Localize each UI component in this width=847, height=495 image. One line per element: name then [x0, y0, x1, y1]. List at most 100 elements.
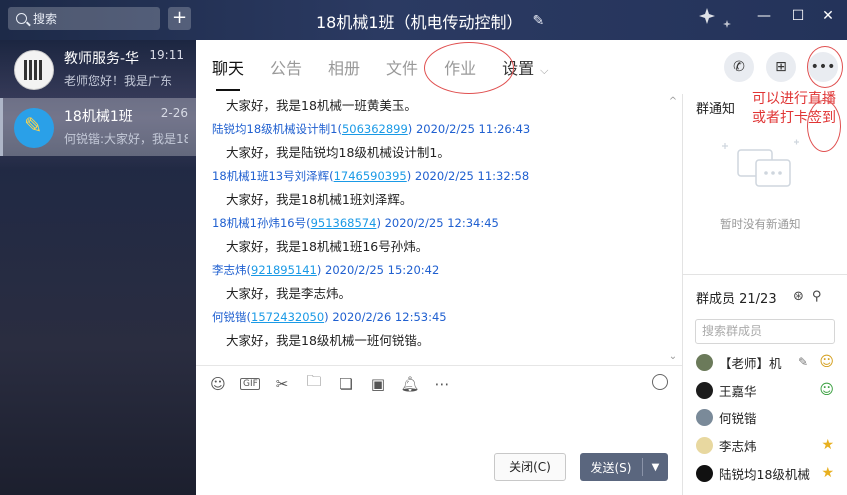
scroll-up-icon[interactable]: ^: [668, 96, 678, 107]
member-name: 何锐锴: [719, 410, 757, 426]
close-button[interactable]: 关闭(C): [494, 453, 566, 481]
message-time: ) 2020/2/26 12:53:45: [324, 310, 447, 324]
message-meta: 18机械1班13号刘泽辉(1746590395) 2020/2/25 11:32…: [196, 165, 682, 188]
edit-icon[interactable]: ✎: [798, 355, 808, 369]
notice-title: 群通知: [696, 102, 736, 117]
search-icon: [16, 13, 27, 24]
chat-panel: 聊天 公告 相册 文件 作业 设置 ⌵ ✆ ⊞ ••• 大家好，我是18机械一班黄…: [196, 40, 847, 495]
folder-icon[interactable]: 🗀: [304, 371, 324, 396]
add-member-icon[interactable]: ⊛: [793, 289, 804, 304]
member-name: 王嘉华: [719, 383, 757, 399]
empty-notice-illustration: [722, 139, 799, 187]
member-search-input[interactable]: 搜索群成员: [695, 319, 835, 344]
window-title: 18机械1班（机电传动控制） ✎: [316, 9, 544, 33]
member-actions: ⊛ ⚲: [793, 289, 821, 304]
avatar: [696, 353, 713, 371]
avatar: [696, 464, 713, 482]
tab-album[interactable]: 相册: [328, 55, 360, 79]
more-options-icon[interactable]: ⋯: [432, 375, 452, 393]
phone-icon[interactable]: ✆: [724, 52, 754, 82]
members-title: 群成员 21/23: [696, 292, 777, 307]
admin-star-icon: ★: [821, 465, 834, 481]
image-icon[interactable]: ▣: [368, 375, 388, 393]
message-meta: 18机械1孙炜16号(951368574) 2020/2/25 12:34:45: [196, 212, 682, 235]
member-name: 陆锐均18级机械: [719, 466, 810, 482]
message-body: 大家好，我是18机械1班16号孙炜。: [226, 239, 429, 254]
message-body: 大家好，我是李志炜。: [226, 286, 352, 301]
divider: [683, 274, 847, 275]
avatar: [696, 436, 713, 454]
send-label: 发送(S): [590, 460, 632, 475]
notice-empty-text: 暂时没有新通知: [720, 217, 801, 231]
member-item[interactable]: 何锐锴: [696, 406, 844, 428]
sender-name: 陆锐均18级机械设计制1(: [212, 122, 342, 136]
member-item[interactable]: 王嘉华 ☺: [696, 379, 844, 401]
conversation-time: 19:11: [149, 48, 184, 62]
live-plus-icon[interactable]: ⊞: [766, 52, 796, 82]
emoji-icon[interactable]: ☺: [208, 375, 228, 393]
close-icon[interactable]: ✕: [818, 8, 838, 24]
minimize-icon[interactable]: —: [754, 8, 774, 24]
annotation-circle: [807, 46, 843, 88]
tab-files[interactable]: 文件: [386, 55, 418, 79]
gif-icon[interactable]: GIF: [240, 377, 260, 390]
add-button[interactable]: +: [168, 7, 191, 30]
sticker-icon[interactable]: ❏: [336, 375, 356, 393]
sender-qq-link[interactable]: 951368574: [311, 216, 377, 230]
sender-name: 18机械1孙炜16号(: [212, 216, 311, 230]
search-icon[interactable]: ⚲: [812, 289, 822, 304]
message-list: 大家好，我是18机械一班黄美玉。 陆锐均18级机械设计制1(506362899)…: [196, 94, 682, 364]
conversation-item-selected[interactable]: 18机械1班 2-26 何锐锴:大家好，我是18: [0, 98, 196, 156]
conversation-name: 教师服务-华: [64, 51, 140, 67]
conversation-item[interactable]: 教师服务-华 19:11 老师您好！我是广东: [0, 40, 196, 98]
decoration-stars: [699, 8, 731, 28]
annotation-circle: [424, 42, 514, 94]
pencil-icon: [14, 108, 54, 148]
message-meta: 李志炜(921895141) 2020/2/25 15:20:42: [196, 259, 682, 282]
message-time: ) 2020/2/25 11:26:43: [407, 122, 531, 136]
member-item[interactable]: 【老师】机 ✎ ☺: [696, 351, 844, 373]
message-time: ) 2020/2/25 11:32:58: [406, 169, 530, 183]
chevron-down-icon: ⌵: [540, 64, 549, 77]
message-body: 大家好，我是陆锐均18级机械设计制1。: [226, 145, 450, 160]
scissors-icon[interactable]: ✂: [272, 375, 292, 393]
edit-icon[interactable]: ✎: [533, 13, 545, 29]
sender-qq-link[interactable]: 921895141: [251, 263, 317, 277]
admin-star-icon: ★: [821, 437, 834, 453]
sender-name: 李志炜(: [212, 263, 251, 277]
maximize-icon[interactable]: ☐: [788, 8, 808, 24]
avatar: [696, 381, 713, 399]
conversation-preview: 老师您好！我是广东: [64, 74, 173, 88]
message-body: 大家好，我是18级机械一班何锐锴。: [226, 333, 430, 348]
message-meta: 何锐锴(1572432050) 2020/2/26 12:53:45: [196, 306, 682, 329]
avatar: [696, 408, 713, 426]
page-title: 18机械1班（机电传动控制）: [316, 13, 523, 32]
chevron-down-icon[interactable]: ▼: [643, 462, 668, 473]
sender-qq-link[interactable]: 1746590395: [334, 169, 407, 183]
conversation-name: 18机械1班: [64, 109, 133, 125]
search-placeholder: 搜索: [33, 12, 58, 26]
message-body: 大家好，我是18机械1班刘泽辉。: [226, 192, 413, 207]
member-item[interactable]: 陆锐均18级机械 ★: [696, 462, 844, 484]
tab-chat[interactable]: 聊天: [212, 55, 244, 91]
input-toolbar: ☺ GIF ✂ 🗀 ❏ ▣ 🔔︎ ⋯: [196, 365, 682, 401]
sender-name: 18机械1班13号刘泽辉(: [212, 169, 334, 183]
qr-icon: [14, 50, 54, 90]
message-meta: 陆锐均18级机械设计制1(506362899) 2020/2/25 11:26:…: [196, 118, 682, 141]
search-input[interactable]: 搜索: [8, 7, 160, 30]
teacher-badge-icon: ☺: [819, 382, 834, 398]
conversation-preview: 何锐锴:大家好，我是18: [64, 132, 188, 146]
tab-announcement[interactable]: 公告: [270, 55, 302, 79]
bell-icon[interactable]: 🔔︎: [400, 375, 420, 393]
conversation-time: 2-26: [160, 106, 188, 120]
sender-name: 何锐锴(: [212, 310, 251, 324]
member-item[interactable]: 李志炜 ★: [696, 434, 844, 456]
sender-qq-link[interactable]: 506362899: [342, 122, 408, 136]
scrollbar[interactable]: ^ ⌄: [668, 96, 678, 362]
history-clock-icon[interactable]: [652, 374, 668, 390]
sender-qq-link[interactable]: 1572432050: [251, 310, 324, 324]
send-button[interactable]: 发送(S) ▼: [580, 453, 668, 481]
message-time: ) 2020/2/25 15:20:42: [316, 263, 440, 277]
scroll-down-icon[interactable]: ⌄: [668, 351, 678, 362]
member-name: 李志炜: [719, 438, 757, 454]
